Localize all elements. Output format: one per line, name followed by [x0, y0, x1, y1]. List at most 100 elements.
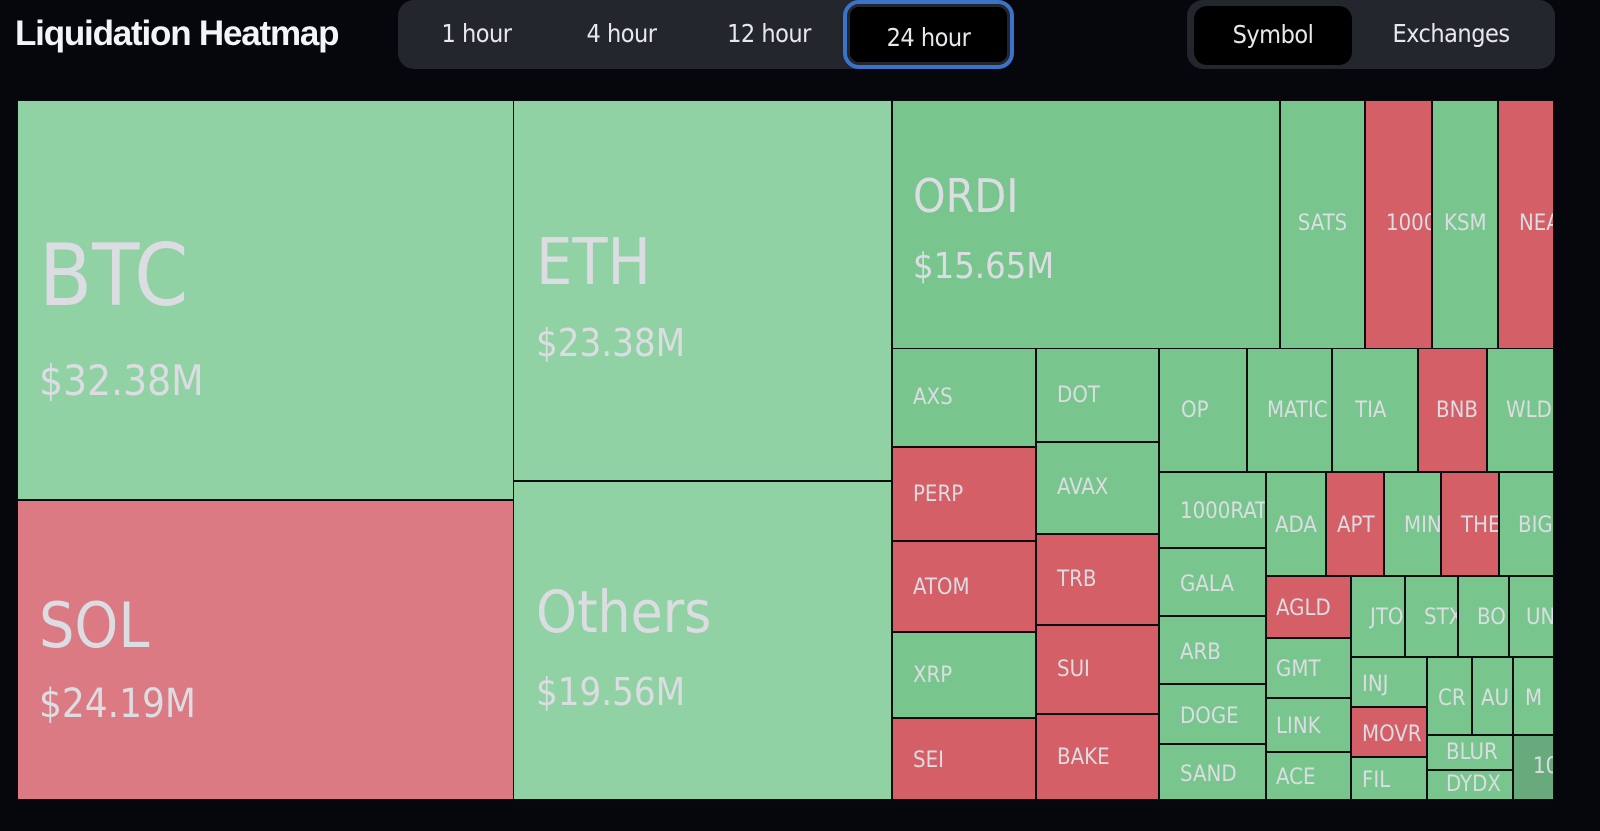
cell-symbol-label: AVAX — [1057, 475, 1109, 500]
treemap-cell-wld[interactable]: WLD — [1487, 348, 1554, 472]
cell-value-label: $24.19M — [39, 681, 196, 727]
cell-symbol-label: ETH — [536, 226, 651, 300]
cell-value-label: $19.56M — [536, 670, 686, 714]
treemap-cell-movr[interactable]: MOVR — [1351, 707, 1427, 757]
cell-symbol-label: SAND — [1180, 762, 1237, 787]
cell-symbol-label: NEA — [1519, 211, 1553, 236]
cell-symbol-label: DYDX — [1446, 772, 1501, 797]
treemap-cell-sol[interactable]: SOL $24.19M — [17, 500, 514, 800]
treemap-cell-perp[interactable]: PERP — [892, 447, 1036, 541]
cell-symbol-label: DOT — [1057, 383, 1100, 408]
cell-symbol-label: AU — [1481, 686, 1510, 711]
cell-symbol-label: MIN — [1404, 513, 1441, 538]
treemap-cell-fil[interactable]: FIL — [1351, 757, 1427, 800]
treemap-cell-un[interactable]: UN — [1509, 576, 1554, 657]
cell-symbol-label: MOVR — [1362, 722, 1422, 747]
cell-symbol-label: XRP — [913, 663, 953, 688]
treemap-cell-ordi[interactable]: ORDI $15.65M — [892, 100, 1280, 349]
cell-symbol-label: JTO — [1370, 605, 1404, 630]
treemap-cell-10[interactable]: 10 — [1513, 735, 1554, 800]
cell-symbol-label: TIA — [1355, 398, 1387, 423]
treemap-cell-ace[interactable]: ACE — [1266, 752, 1351, 800]
cell-symbol-label: MATIC — [1267, 398, 1328, 423]
treemap-cell-op[interactable]: OP — [1159, 348, 1247, 472]
treemap-cell-nea[interactable]: NEA — [1498, 100, 1554, 349]
treemap-cell-trb[interactable]: TRB — [1036, 534, 1159, 625]
cell-symbol-label: TRB — [1057, 567, 1097, 592]
cell-symbol-label: BNB — [1436, 398, 1478, 423]
cell-symbol-label: INJ — [1362, 672, 1389, 697]
treemap-cell-stx[interactable]: STX — [1405, 576, 1458, 657]
treemap-cell-gala[interactable]: GALA — [1159, 548, 1266, 616]
treemap-cell-gmt[interactable]: GMT — [1266, 638, 1351, 698]
cell-value-label: $15.65M — [913, 246, 1055, 287]
cell-symbol-label: BO — [1477, 605, 1506, 630]
treemap-cell-doge[interactable]: DOGE — [1159, 684, 1266, 744]
cell-symbol-label: THE — [1461, 513, 1499, 538]
cell-symbol-label: ADA — [1275, 513, 1317, 538]
treemap-cell-eth[interactable]: ETH $23.38M — [513, 100, 892, 481]
cell-symbol-label: BTC — [39, 226, 189, 326]
cell-symbol-label: SEI — [913, 748, 944, 773]
treemap-cell-dot[interactable]: DOT — [1036, 348, 1159, 442]
cell-symbol-label: M — [1525, 686, 1543, 711]
treemap-cell-xrp[interactable]: XRP — [892, 632, 1036, 718]
cell-symbol-label: BIG — [1518, 513, 1553, 538]
treemap-cell-1000rat[interactable]: 1000RAT — [1159, 472, 1266, 548]
cell-symbol-label: OP — [1181, 398, 1209, 423]
treemap-cell-ksm[interactable]: KSM — [1432, 100, 1498, 349]
treemap-cell-apt[interactable]: APT — [1326, 472, 1384, 576]
treemap-cell-bake[interactable]: BAKE — [1036, 714, 1159, 800]
cell-symbol-label: CR — [1438, 686, 1466, 711]
treemap-cell-min[interactable]: MIN — [1384, 472, 1441, 576]
treemap-cell-bnb[interactable]: BNB — [1418, 348, 1487, 472]
cell-symbol-label: APT — [1337, 513, 1375, 538]
treemap-cell-sui[interactable]: SUI — [1036, 625, 1159, 714]
treemap-cell-blur[interactable]: BLUR — [1427, 735, 1513, 770]
treemap-cell-bo[interactable]: BO — [1458, 576, 1509, 657]
treemap-cell-1000[interactable]: 1000 — [1365, 100, 1432, 349]
treemap-cell-ada[interactable]: ADA — [1266, 472, 1326, 576]
liquidation-treemap: BTC $32.38M SOL $24.19M ETH $23.38M Others $19.… — [0, 0, 1600, 831]
treemap-cell-dydx[interactable]: DYDX — [1427, 770, 1513, 800]
treemap-cell-inj[interactable]: INJ — [1351, 657, 1427, 707]
treemap-cell-btc[interactable]: BTC $32.38M — [17, 100, 514, 500]
cell-symbol-label: UN — [1526, 605, 1554, 630]
treemap-cell-tia[interactable]: TIA — [1332, 348, 1418, 472]
cell-symbol-label: ACE — [1276, 765, 1316, 790]
cell-symbol-label: FIL — [1362, 768, 1391, 793]
cell-symbol-label: GMT — [1276, 657, 1321, 682]
cell-symbol-label: ATOM — [913, 575, 970, 600]
treemap-cell-m[interactable]: M — [1513, 657, 1554, 735]
treemap-cell-sand[interactable]: SAND — [1159, 744, 1266, 800]
treemap-cell-sats[interactable]: SATS — [1280, 100, 1365, 349]
cell-value-label: $23.38M — [536, 321, 686, 365]
treemap-cell-link[interactable]: LINK — [1266, 698, 1351, 752]
treemap-cell-arb[interactable]: ARB — [1159, 616, 1266, 684]
treemap-cell-agld[interactable]: AGLD — [1266, 576, 1351, 638]
cell-symbol-label: AGLD — [1276, 596, 1331, 621]
cell-symbol-label: LINK — [1276, 714, 1321, 739]
treemap-cell-sei[interactable]: SEI — [892, 718, 1036, 800]
treemap-cell-matic[interactable]: MATIC — [1247, 348, 1332, 472]
treemap-cell-jto[interactable]: JTO — [1351, 576, 1405, 657]
treemap-cell-au[interactable]: AU — [1472, 657, 1513, 735]
treemap-cell-avax[interactable]: AVAX — [1036, 442, 1159, 534]
cell-symbol-label: SUI — [1057, 657, 1090, 682]
cell-symbol-label: Others — [536, 578, 712, 646]
cell-symbol-label: GALA — [1180, 572, 1234, 597]
cell-symbol-label: 10 — [1533, 754, 1553, 779]
cell-symbol-label: WLD — [1506, 398, 1552, 423]
cell-symbol-label: SOL — [39, 589, 150, 662]
treemap-cell-atom[interactable]: ATOM — [892, 541, 1036, 632]
cell-symbol-label: AXS — [913, 385, 953, 410]
treemap-cell-axs[interactable]: AXS — [892, 348, 1036, 447]
treemap-cell-others[interactable]: Others $19.56M — [513, 481, 892, 800]
treemap-cell-big[interactable]: BIG — [1499, 472, 1554, 576]
cell-symbol-label: KSM — [1444, 211, 1487, 236]
cell-symbol-label: PERP — [913, 482, 964, 507]
treemap-cell-cr[interactable]: CR — [1427, 657, 1472, 735]
cell-symbol-label: SATS — [1297, 211, 1348, 236]
cell-symbol-label: 1000 — [1386, 211, 1432, 236]
treemap-cell-the[interactable]: THE — [1441, 472, 1499, 576]
